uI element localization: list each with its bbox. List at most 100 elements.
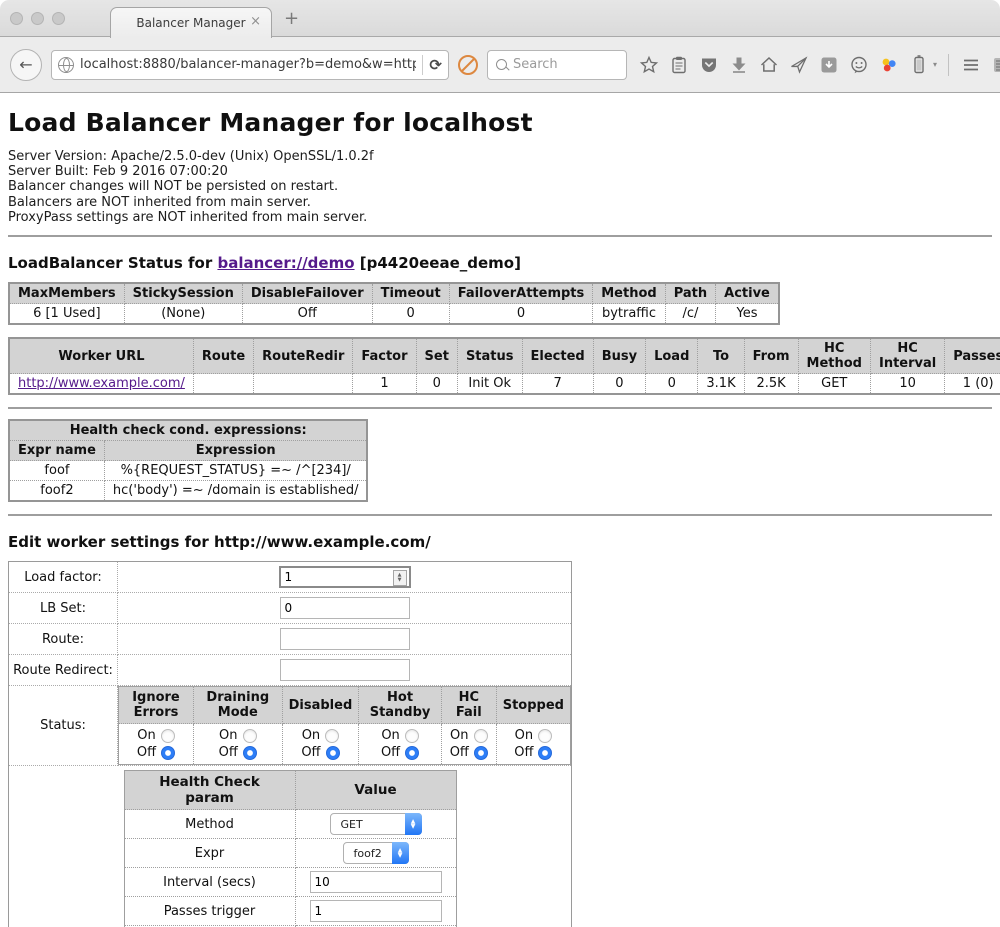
tab-balancer-manager[interactable]: Balancer Manager ×: [110, 7, 272, 38]
menu-hamburger-icon[interactable]: [960, 54, 981, 75]
status-off-radio[interactable]: [243, 746, 257, 760]
balancer-header-cell: MaxMembers: [9, 283, 124, 304]
search-icon: [496, 59, 507, 70]
status-column-header: HC Fail: [441, 687, 496, 724]
back-button[interactable]: ←: [10, 49, 42, 81]
url-bar[interactable]: localhost:8880/balancer-manager?b=demo&w…: [51, 50, 449, 80]
status-off-radio[interactable]: [405, 746, 419, 760]
worker-status-table: Worker URLRouteRouteRedirFactorSetStatus…: [8, 337, 1000, 395]
status-off-radio[interactable]: [326, 746, 340, 760]
worker-value-cell: 1: [353, 374, 416, 395]
send-plane-icon[interactable]: [788, 54, 809, 75]
worker-settings-form: Load factor: ▲▼ LB Set: Route:: [8, 561, 572, 927]
url-text[interactable]: localhost:8880/balancer-manager?b=demo&w…: [80, 57, 416, 72]
edit-worker-heading: Edit worker settings for http://www.exam…: [8, 533, 992, 551]
load-factor-label: Load factor:: [9, 562, 118, 593]
loadbalancer-status-heading: LoadBalancer Status for balancer://demo …: [8, 254, 992, 272]
tab-close-icon[interactable]: ×: [250, 14, 261, 29]
zoom-window-button[interactable]: [52, 12, 65, 25]
expression-header: Expression: [104, 441, 367, 461]
off-label: Off: [381, 744, 400, 761]
worker-value-cell: 2.5K: [744, 374, 798, 395]
hc-expr-value: foof2: [354, 847, 382, 860]
on-label: On: [450, 727, 468, 744]
hc-method-value: GET: [341, 818, 363, 831]
status-on-radio[interactable]: [161, 729, 175, 743]
worker-value-cell: 1 (0): [945, 374, 1000, 395]
server-version-line: Server Version: Apache/2.5.0-dev (Unix) …: [8, 149, 992, 164]
status-on-radio[interactable]: [405, 729, 419, 743]
bookmark-star-icon[interactable]: [638, 54, 659, 75]
reload-icon[interactable]: ⟳: [429, 56, 442, 74]
download-icon[interactable]: [728, 54, 749, 75]
balancer-value-cell: /c/: [665, 304, 715, 325]
content-blocker-icon[interactable]: [458, 55, 478, 75]
balancer-header-cell: DisableFailover: [242, 283, 372, 304]
persist-notice-line: Balancer changes will NOT be persisted o…: [8, 179, 992, 194]
worker-url-link[interactable]: http://www.example.com/: [18, 376, 185, 391]
number-spinner-icon[interactable]: ▲▼: [393, 570, 407, 586]
status-on-radio[interactable]: [474, 729, 488, 743]
route-label: Route:: [9, 624, 118, 655]
hc-passes-label: Passes trigger: [124, 897, 295, 926]
route-redirect-input[interactable]: [280, 659, 410, 681]
load-factor-input[interactable]: [279, 566, 411, 588]
off-label: Off: [219, 744, 238, 761]
battery-dropdown-caret[interactable]: ▾: [933, 60, 937, 69]
worker-value-cell: 7: [522, 374, 593, 395]
close-window-button[interactable]: [10, 12, 23, 25]
select-stepper-icon: ▲▼: [405, 813, 422, 835]
status-on-radio[interactable]: [243, 729, 257, 743]
balancer-header-cell: Method: [593, 283, 665, 304]
on-label: On: [515, 727, 533, 744]
lb-set-input[interactable]: [280, 597, 410, 619]
status-radio-cell: OnOff: [119, 724, 194, 765]
expr-table-title: Health check cond. expressions:: [9, 420, 367, 441]
worker-header-cell: From: [744, 338, 798, 374]
worker-header-cell: Load: [646, 338, 698, 374]
lb-set-row: LB Set:: [9, 593, 572, 624]
hc-passes-row: Passes trigger: [124, 897, 456, 926]
minimize-window-button[interactable]: [31, 12, 44, 25]
route-input[interactable]: [280, 628, 410, 650]
square-download-icon[interactable]: [818, 54, 839, 75]
search-placeholder: Search: [513, 57, 558, 72]
expr-name-cell: foof2: [9, 481, 104, 502]
feedback-smiley-icon[interactable]: [848, 54, 869, 75]
hc-interval-input[interactable]: [310, 871, 442, 893]
urlbar-divider: [422, 55, 423, 75]
tab-title: Balancer Manager: [136, 16, 245, 30]
worker-header-cell: Status: [457, 338, 522, 374]
server-built-line: Server Built: Feb 9 2016 07:00:20: [8, 164, 992, 179]
worker-value-cell: [193, 374, 253, 395]
search-bar[interactable]: Search: [487, 50, 627, 80]
balancer-header-cell: Timeout: [372, 283, 449, 304]
hc-passes-input[interactable]: [310, 900, 442, 922]
hc-method-select[interactable]: GET ▲▼: [330, 813, 422, 835]
hc-expr-select[interactable]: foof2 ▲▼: [343, 842, 409, 864]
worker-url-cell: http://www.example.com/: [9, 374, 193, 395]
route-row: Route:: [9, 624, 572, 655]
status-off-radio[interactable]: [161, 746, 175, 760]
new-tab-button[interactable]: +: [284, 10, 299, 28]
balancer-header-cell: Active: [716, 283, 779, 304]
status-off-radio[interactable]: [474, 746, 488, 760]
color-dots-icon[interactable]: [878, 54, 899, 75]
worker-value-cell: 10: [870, 374, 944, 395]
hc-value-header: Value: [295, 771, 456, 810]
status-heading-suffix: [p4420eeae_demo]: [355, 254, 521, 272]
pocket-icon[interactable]: [698, 54, 719, 75]
off-label: Off: [450, 744, 469, 761]
apps-grid-icon[interactable]: [990, 54, 1000, 75]
status-on-radio[interactable]: [325, 729, 339, 743]
worker-header-cell: HC Interval: [870, 338, 944, 374]
balancer-demo-link[interactable]: balancer://demo: [217, 254, 354, 272]
status-on-radio[interactable]: [538, 729, 552, 743]
clipboard-icon[interactable]: [668, 54, 689, 75]
home-icon[interactable]: [758, 54, 779, 75]
worker-header-cell: Set: [416, 338, 457, 374]
battery-icon[interactable]: [908, 54, 929, 75]
status-column-header: Ignore Errors: [119, 687, 194, 724]
server-info: Server Version: Apache/2.5.0-dev (Unix) …: [8, 149, 992, 225]
status-off-radio[interactable]: [538, 746, 552, 760]
